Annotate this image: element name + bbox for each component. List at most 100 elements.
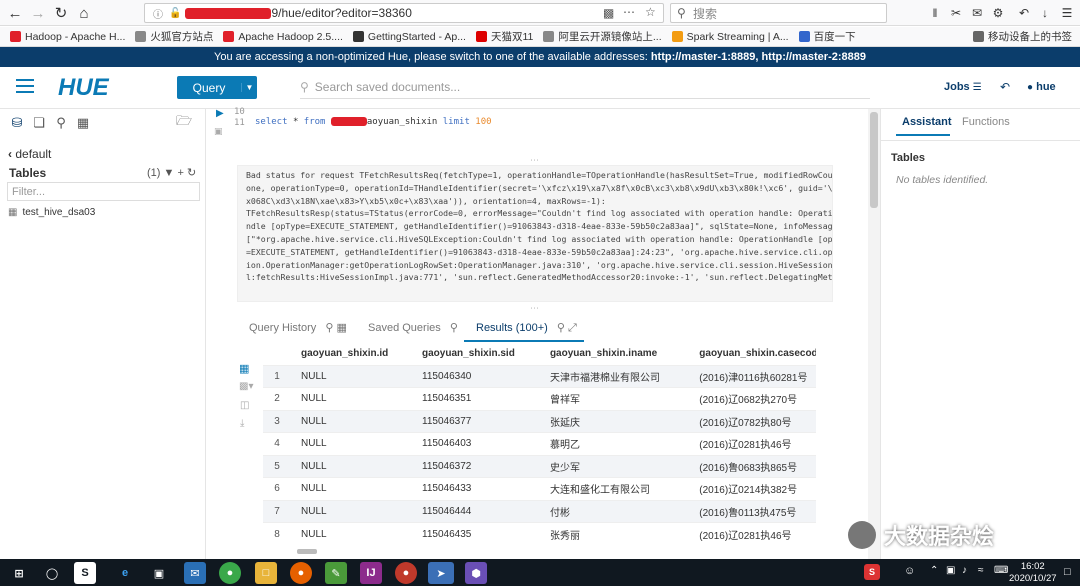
table-item[interactable]: ▦ test_hive_dsa03 [8,207,95,218]
wifi-icon[interactable]: ≈ [978,565,984,576]
documents-icon[interactable]: ❏ [31,115,47,131]
mail-icon[interactable]: ✉ [184,562,206,584]
app-icon[interactable]: S [74,562,96,584]
bookmark-item[interactable]: 百度一下 [798,29,856,44]
table-row[interactable]: 6 NULL 115046433 大连和盛化工有限公司 (2016)辽0214执382号… [263,477,816,500]
list-icon: ☰ [972,82,982,93]
notepad-icon[interactable]: ✎ [325,562,347,584]
query-button[interactable]: Query ▼ [177,76,257,99]
user-menu[interactable]: ● hue [1027,81,1056,93]
tables-filter-input[interactable]: Filter... [7,182,200,201]
library-icon[interactable]: ‖ [924,2,946,24]
grid-view-icon[interactable]: ▦ [239,362,249,375]
database-icon[interactable]: ⛁ [9,115,25,131]
column-header[interactable]: gaoyuan_shixin.iname [539,342,690,365]
table-row[interactable]: 4NULL115046403慕明乙(2016)辽0281执46号46 [263,432,816,455]
tab-functions[interactable]: Functions [962,116,1010,128]
clock[interactable]: 16:02 2020/10/27 [1009,561,1057,585]
hamburger-menu-icon[interactable] [16,79,34,93]
tray-icon[interactable]: S [864,564,880,580]
screenshot-icon[interactable]: ✂ [945,2,967,24]
bookmark-item[interactable]: GettingStarted - Ap... [352,31,466,43]
horizontal-scrollbar[interactable] [297,549,317,554]
network-icon[interactable]: ▣ [946,565,955,576]
edge-icon[interactable]: e [114,562,136,584]
undo-icon[interactable]: ↶ [1013,2,1035,24]
mobile-bookmarks[interactable]: 移动设备上的书签 [973,29,1072,44]
tab-saved-queries[interactable]: Saved Queries ⚲ [368,321,458,334]
purple-app-icon[interactable]: ⬢ [465,562,487,584]
sql-code[interactable]: select * from aoyuan_shixin limit 100 [255,117,492,127]
run-icon[interactable]: ▶ [216,108,224,119]
green-app-icon[interactable]: ● [219,562,241,584]
column-header[interactable]: gaoyuan_shixin.sid [412,342,540,365]
search-icon: ⚲ [325,322,334,334]
windows-start-icon[interactable]: ⊞ [8,562,30,584]
active-app-icon[interactable]: ➤ [428,562,454,584]
more-icon[interactable]: ⋯ [623,5,635,19]
menu-icon[interactable]: ☰ [1056,2,1078,24]
column-header[interactable]: gaoyuan_shixin.casecode [689,342,816,365]
red-app-icon[interactable]: ● [395,562,417,584]
banner-addresses[interactable]: http://master-1:8889, http://master-2:88… [651,51,866,63]
tab-assistant[interactable]: Assistant [902,116,952,128]
url-input[interactable]: ⓘ 🔓 9/hue/editor?editor=38360 ▩ ⋯ ☆ [144,3,664,23]
bookmark-item[interactable]: 天猫双11 [475,29,533,44]
table-icon: ▦ [8,207,18,218]
volume-icon[interactable]: ♪ [962,565,967,576]
table-row[interactable]: 7NULL115046444付彬(2016)鲁0113执475号38 [263,499,816,523]
person-icon[interactable]: ☺ [904,565,915,577]
store-icon[interactable]: ▣ [148,562,170,584]
history-icon[interactable]: ↶ [1000,80,1010,94]
bookmark-item[interactable]: Spark Streaming | A... [671,31,789,43]
tab-results[interactable]: Results (100+) ⚲ ⤢ [476,321,577,335]
search-icon[interactable]: ◯ [41,562,63,584]
extension-icon[interactable]: ⚙ [987,2,1009,24]
search-icon[interactable]: ⚲ [53,115,69,131]
editor-scrollbar-thumb[interactable] [870,112,878,208]
refresh-icon[interactable]: ↻ [187,167,196,179]
keyboard-icon[interactable]: ⌨ [994,565,1008,576]
table-row[interactable]: 3NULL115046377张延庆(2016)辽0782执80号53 [263,409,816,433]
grid-icon[interactable]: ▦ [75,115,91,131]
snippet-options-icon[interactable]: ▣ [214,126,223,137]
columns-icon[interactable]: ◫ [240,400,249,411]
jobs-link[interactable]: Jobs ☰ [944,81,982,93]
folder-icon[interactable]: 🗁 [176,113,192,131]
bookmark-item[interactable]: 火狐官方站点 [135,29,213,44]
database-breadcrumb[interactable]: ‹ default [8,147,51,161]
bookmark-item[interactable]: 阿里云开源镜像站上... [543,29,662,44]
export-icon[interactable]: ⤓ [240,418,244,429]
home-icon[interactable]: ⌂ [73,2,95,24]
chart-icon[interactable]: ▩▾ [239,381,253,392]
caret-down-icon[interactable]: ▼ [241,83,257,92]
firefox-icon[interactable]: ● [290,562,312,584]
tab-query-history[interactable]: Query History ⚲ ▦ [249,321,347,334]
chat-icon[interactable]: ✉ [966,2,988,24]
filter-icon[interactable]: ▼ [164,167,175,179]
search-icon: ⚲ [449,322,458,334]
reload-icon[interactable]: ↻ [50,2,72,24]
add-icon[interactable]: + [177,167,183,179]
bookmark-item[interactable]: Hadoop - Apache H... [10,31,125,43]
table-row[interactable]: 8NULL115046435张秀丽(2016)辽0281执46号45 [263,522,816,545]
ide-icon[interactable]: IJ [360,562,382,584]
forward-icon[interactable]: → [27,2,49,24]
hue-logo[interactable]: HUE [58,74,109,102]
column-header[interactable]: gaoyuan_shixin.id [291,342,413,365]
notification-icon[interactable]: □ [1064,566,1071,578]
table-row[interactable]: 5NULL115046372史少军(2016)鲁0683执865号52 [263,454,816,478]
resize-handle-icon[interactable]: ⋯ [530,303,539,314]
back-icon[interactable]: ← [4,2,26,24]
browser-search-input[interactable]: ⚲ 搜索 [670,3,887,23]
search-saved-documents-input[interactable]: ⚲ Search saved documents... [300,75,870,99]
download-icon[interactable]: ↓ [1034,2,1056,24]
table-row[interactable]: 2NULL115046351曾祥军(2016)辽0682执270号50 [263,387,816,410]
qr-icon[interactable]: ▩ [603,6,614,20]
bookmark-item[interactable]: Apache Hadoop 2.5.... [223,31,343,43]
info-icon[interactable]: ⓘ [153,6,163,21]
bookmark-star-icon[interactable]: ☆ [645,5,656,19]
chevron-up-icon[interactable]: ⌃ [930,565,938,576]
folder-icon[interactable]: □ [255,562,277,584]
table-row[interactable]: 1 NULL 115046340 天津市福港棉业有限公司 (2016)津0116执602… [263,364,816,388]
